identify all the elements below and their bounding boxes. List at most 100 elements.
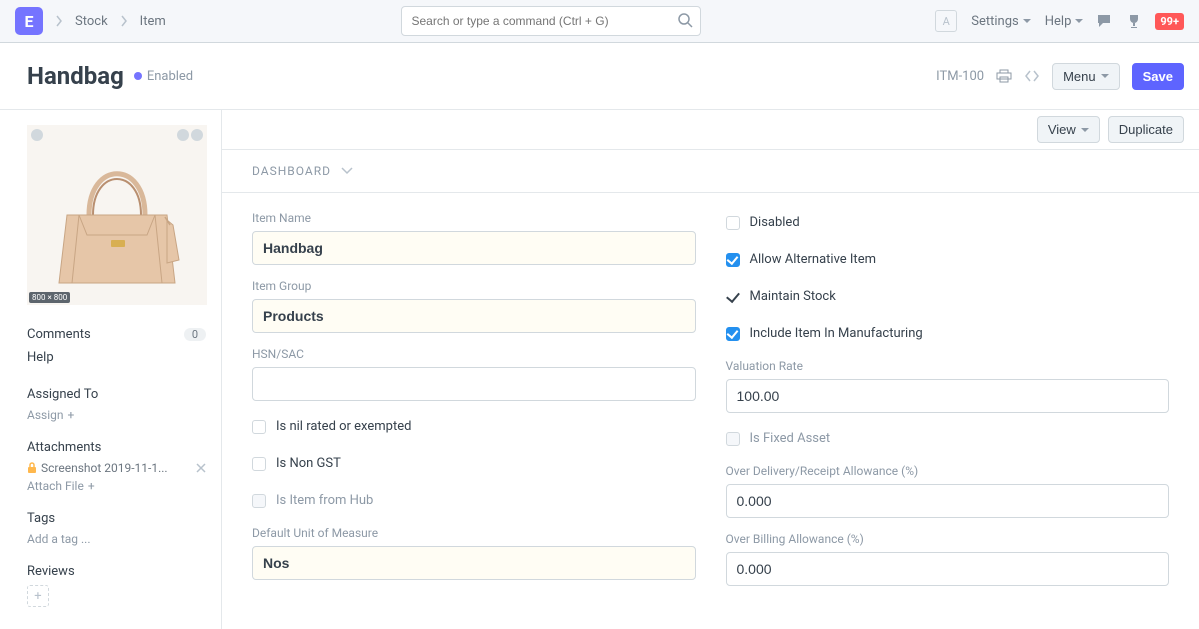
comments-count: 0 bbox=[184, 328, 206, 341]
image-info-icon[interactable] bbox=[177, 129, 189, 141]
trophy-icon[interactable] bbox=[1127, 14, 1141, 28]
help-dropdown[interactable]: Help bbox=[1045, 14, 1084, 29]
chat-icon[interactable] bbox=[1097, 14, 1113, 28]
status-indicator: Enabled bbox=[134, 69, 193, 84]
main-toolbar: View Duplicate bbox=[222, 110, 1199, 150]
breadcrumb-stock[interactable]: Stock bbox=[75, 14, 108, 29]
image-info-icon[interactable] bbox=[31, 129, 43, 141]
next-record-icon[interactable] bbox=[1032, 70, 1040, 82]
form-area: DASHBOARD Item Name Item Group bbox=[222, 150, 1199, 616]
checkbox-icon bbox=[252, 457, 266, 471]
help-label-nav: Help bbox=[1045, 14, 1072, 29]
attach-file-button[interactable]: Attach File + bbox=[27, 479, 206, 493]
over-billing-label: Over Billing Allowance (%) bbox=[726, 532, 1170, 546]
sidebar-help[interactable]: Help bbox=[27, 350, 54, 365]
chevron-right-icon bbox=[112, 15, 136, 27]
view-dropdown[interactable]: View bbox=[1037, 116, 1100, 143]
item-name-input[interactable] bbox=[252, 231, 696, 265]
form-col-right: Disabled Allow Alternative Item Maintain… bbox=[726, 211, 1170, 586]
is-fixed-asset-checkbox[interactable]: Is Fixed Asset bbox=[726, 427, 1170, 450]
item-group-label: Item Group bbox=[252, 279, 696, 293]
maintain-stock-checkbox[interactable]: Maintain Stock bbox=[726, 285, 1170, 308]
page-title-wrap: Handbag Enabled bbox=[27, 62, 193, 90]
main-panel: View Duplicate DASHBOARD Item Name bbox=[221, 110, 1199, 629]
section-dashboard-head[interactable]: DASHBOARD bbox=[222, 150, 1199, 193]
duplicate-button[interactable]: Duplicate bbox=[1108, 116, 1184, 143]
item-group-input[interactable] bbox=[252, 299, 696, 333]
global-search-input[interactable] bbox=[401, 6, 701, 36]
status-dot-icon bbox=[134, 72, 142, 80]
tags-heading: Tags bbox=[27, 511, 206, 526]
settings-label: Settings bbox=[971, 14, 1018, 29]
page-title: Handbag bbox=[27, 62, 124, 90]
sidebar: 800 × 800 Comments 0 Help Assigned To As… bbox=[0, 110, 221, 629]
allow-alternative-checkbox[interactable]: Allow Alternative Item bbox=[726, 248, 1170, 271]
form-col-left: Item Name Item Group HSN/SAC bbox=[252, 211, 696, 586]
image-remove-icon[interactable] bbox=[191, 129, 203, 141]
over-delivery-input[interactable] bbox=[726, 484, 1170, 518]
chevron-down-icon bbox=[341, 167, 353, 175]
over-billing-input[interactable] bbox=[726, 552, 1170, 586]
checkbox-icon bbox=[726, 216, 740, 230]
caret-down-icon bbox=[1023, 19, 1031, 27]
include-mfg-checkbox[interactable]: Include Item In Manufacturing bbox=[726, 322, 1170, 345]
body-row: 800 × 800 Comments 0 Help Assigned To As… bbox=[0, 110, 1199, 629]
checkmark-icon bbox=[726, 290, 740, 304]
item-image[interactable]: 800 × 800 bbox=[27, 125, 207, 305]
plus-icon: + bbox=[68, 408, 75, 422]
assign-button[interactable]: Assign + bbox=[27, 408, 206, 422]
is-nil-rated-label: Is nil rated or exempted bbox=[276, 419, 411, 434]
is-non-gst-label: Is Non GST bbox=[276, 456, 341, 471]
menu-button[interactable]: Menu bbox=[1052, 63, 1120, 90]
lock-icon bbox=[27, 462, 37, 474]
search-wrap bbox=[401, 6, 701, 36]
user-avatar-chip[interactable]: A bbox=[935, 10, 957, 32]
attach-file-label: Attach File bbox=[27, 479, 84, 493]
add-review-button[interactable]: + bbox=[27, 585, 49, 607]
sidebar-comments[interactable]: Comments bbox=[27, 327, 91, 342]
item-name-label: Item Name bbox=[252, 211, 696, 225]
breadcrumb-item[interactable]: Item bbox=[140, 14, 166, 29]
add-tag-button[interactable]: Add a tag ... bbox=[27, 532, 206, 546]
valuation-rate-label: Valuation Rate bbox=[726, 359, 1170, 373]
caret-down-icon bbox=[1075, 19, 1083, 27]
settings-dropdown[interactable]: Settings bbox=[971, 14, 1030, 29]
caret-down-icon bbox=[1101, 74, 1109, 82]
notification-badge[interactable]: 99+ bbox=[1155, 13, 1184, 30]
is-nil-rated-checkbox[interactable]: Is nil rated or exempted bbox=[252, 415, 696, 438]
checkbox-checked-icon bbox=[726, 253, 740, 267]
attachments-heading: Attachments bbox=[27, 440, 206, 455]
prev-record-icon[interactable] bbox=[1024, 70, 1032, 82]
hsn-sac-input[interactable] bbox=[252, 367, 696, 401]
print-icon[interactable] bbox=[996, 69, 1012, 83]
nav-right: A Settings Help 99+ bbox=[935, 10, 1184, 32]
default-uom-input[interactable] bbox=[252, 546, 696, 580]
default-uom-label: Default Unit of Measure bbox=[252, 526, 696, 540]
page-header: Handbag Enabled ITM-100 Menu Save bbox=[0, 43, 1199, 110]
attachment-filename: Screenshot 2019-11-1... bbox=[41, 461, 168, 475]
view-label: View bbox=[1048, 122, 1076, 137]
checkbox-icon bbox=[252, 420, 266, 434]
maintain-stock-label: Maintain Stock bbox=[750, 289, 836, 304]
chevron-right-icon bbox=[47, 15, 71, 27]
menu-button-label: Menu bbox=[1063, 69, 1096, 84]
over-delivery-label: Over Delivery/Receipt Allowance (%) bbox=[726, 464, 1170, 478]
status-label: Enabled bbox=[147, 69, 193, 84]
disabled-label: Disabled bbox=[750, 215, 800, 230]
remove-attachment-icon[interactable] bbox=[196, 463, 206, 473]
allow-alternative-label: Allow Alternative Item bbox=[750, 252, 876, 267]
plus-icon: + bbox=[88, 479, 95, 493]
valuation-rate-input[interactable] bbox=[726, 379, 1170, 413]
checkbox-icon bbox=[252, 494, 266, 508]
attachment-row[interactable]: Screenshot 2019-11-1... bbox=[27, 461, 206, 475]
app-logo[interactable]: E bbox=[15, 7, 43, 35]
hsn-sac-label: HSN/SAC bbox=[252, 347, 696, 361]
disabled-checkbox[interactable]: Disabled bbox=[726, 211, 1170, 234]
plus-icon: + bbox=[34, 589, 41, 604]
search-icon[interactable] bbox=[677, 12, 693, 28]
form-body: Item Name Item Group HSN/SAC bbox=[222, 193, 1199, 616]
is-item-from-hub-checkbox[interactable]: Is Item from Hub bbox=[252, 489, 696, 512]
is-item-from-hub-label: Is Item from Hub bbox=[276, 493, 373, 508]
is-non-gst-checkbox[interactable]: Is Non GST bbox=[252, 452, 696, 475]
save-button[interactable]: Save bbox=[1132, 63, 1184, 90]
